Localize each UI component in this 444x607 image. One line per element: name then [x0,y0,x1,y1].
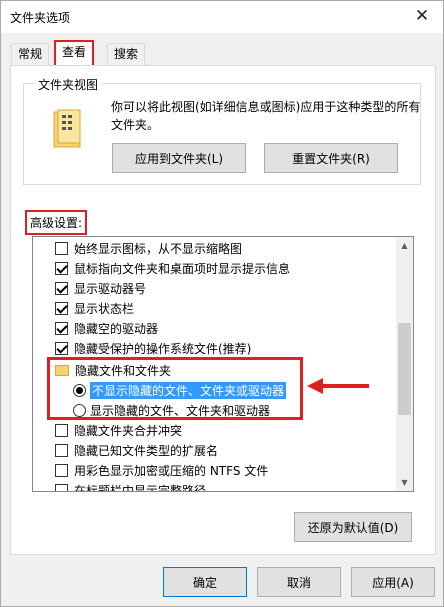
title-bar: 文件夹选项 ✕ [1,1,443,33]
item-label: 显示驱动器号 [74,281,147,296]
checkbox[interactable] [55,423,68,437]
list-item[interactable]: 始终显示图标，从不显示缩略图 [55,238,242,258]
annotation-arrow-icon [307,378,369,394]
checkbox[interactable] [55,241,68,255]
checkbox[interactable] [55,443,68,457]
folder-views-icon [53,109,83,149]
annotation-highlight-box [47,357,303,420]
list-item[interactable]: 隐藏已知文件类型的扩展名 [55,440,218,460]
list-item[interactable]: 隐藏文件夹合并冲突 [55,420,182,440]
item-label: 隐藏已知文件类型的扩展名 [74,443,219,458]
tab-search[interactable]: 搜索 [107,43,146,65]
list-item[interactable]: 在标题栏中显示完整路径 [55,480,207,492]
list-item[interactable]: 鼠标指向文件夹和桌面项时显示提示信息 [55,258,290,278]
checkbox[interactable] [55,261,68,275]
list-scrollbar[interactable]: ▲ ▼ [396,237,413,491]
checkbox[interactable] [55,463,68,477]
apply-button[interactable]: 应用(A) [351,567,435,597]
scroll-thumb[interactable] [398,323,411,415]
tab-view[interactable]: 查看 [53,40,95,67]
close-icon[interactable]: ✕ [401,1,443,31]
checkbox[interactable] [55,301,68,315]
folder-views-title: 文件夹视图 [34,76,103,93]
checkbox[interactable] [55,281,68,295]
checkbox[interactable] [55,341,68,355]
apply-to-folders-button[interactable]: 应用到文件夹(L) [112,143,246,173]
item-label: 隐藏文件夹合并冲突 [74,423,183,438]
list-item[interactable]: 隐藏受保护的操作系统文件(推荐) [55,338,251,358]
scroll-up-icon[interactable]: ▲ [396,237,413,254]
list-item[interactable]: 用彩色显示加密或压缩的 NTFS 文件 [55,460,268,480]
folder-views-description: 你可以将此视图(如详细信息或图标)应用于这种类型的所有文件夹。 [111,100,421,132]
ok-button[interactable]: 确定 [163,567,247,597]
folder-options-dialog: 文件夹选项 ✕ 常规 查看 搜索 文件夹视图 你可以将此视图(如详细信息或图标)… [0,0,444,607]
list-item[interactable]: 隐藏空的驱动器 [55,318,158,338]
window-title: 文件夹选项 [10,11,71,25]
tab-general[interactable]: 常规 [11,43,50,65]
list-item[interactable]: 显示状态栏 [55,298,134,318]
item-label: 鼠标指向文件夹和桌面项时显示提示信息 [74,261,291,276]
list-item[interactable]: 显示驱动器号 [55,278,146,298]
item-label: 用彩色显示加密或压缩的 NTFS 文件 [74,463,269,478]
item-label: 始终显示图标，从不显示缩略图 [74,241,243,256]
restore-defaults-button[interactable]: 还原为默认值(D) [294,512,412,542]
advanced-settings-label: 高级设置: [24,210,88,235]
item-label: 在标题栏中显示完整路径 [74,483,207,492]
item-label: 显示状态栏 [74,301,135,316]
item-label: 隐藏空的驱动器 [74,321,159,336]
reset-folders-button[interactable]: 重置文件夹(R) [264,143,398,173]
item-label: 隐藏受保护的操作系统文件(推荐) [74,341,252,356]
checkbox[interactable] [55,483,68,491]
cancel-button[interactable]: 取消 [257,567,341,597]
scroll-down-icon[interactable]: ▼ [396,474,413,491]
checkbox[interactable] [55,321,68,335]
